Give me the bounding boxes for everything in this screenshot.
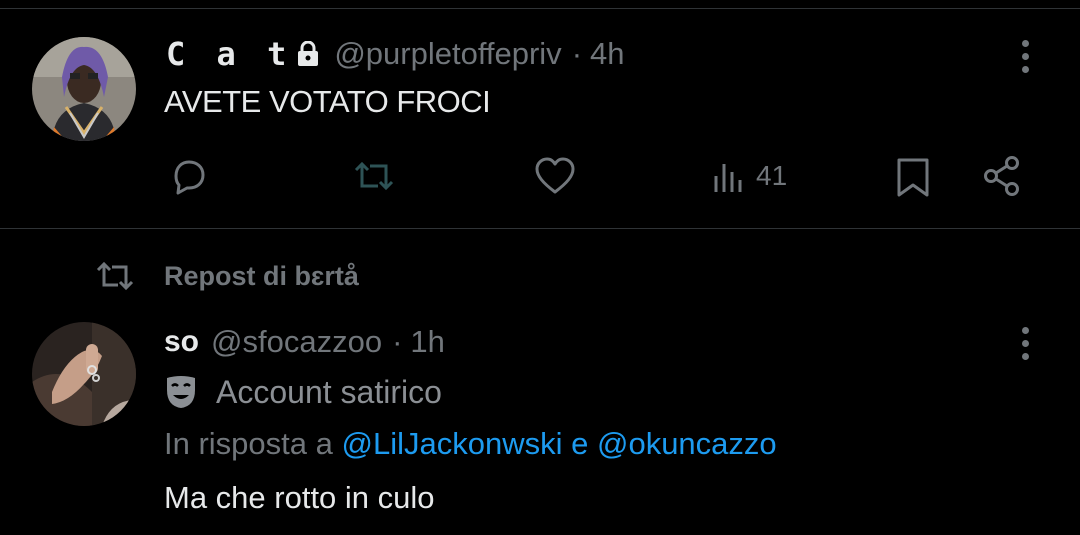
like-button[interactable] (533, 156, 577, 196)
tweet-header: C a t @purpletoffepriv · 4h (166, 34, 625, 74)
satire-mask-icon (167, 376, 195, 408)
reply-button[interactable] (168, 156, 210, 196)
views-count: 41 (756, 160, 788, 191)
separator-dot: · (392, 324, 403, 359)
handle[interactable]: @purpletoffepriv (334, 36, 561, 72)
repost-label[interactable]: Repost di bɛrtå (164, 261, 359, 292)
top-divider (0, 8, 1080, 9)
avatar[interactable] (32, 322, 136, 426)
views-icon (714, 164, 742, 192)
account-label-text[interactable]: Account satirico (216, 374, 442, 411)
reply-icon (174, 160, 205, 195)
lock-icon (296, 41, 320, 67)
repost-icon (96, 261, 134, 291)
tweet-header: so @sfocazzoo · 1h (164, 322, 445, 362)
reply-prefix: In risposta a (164, 426, 333, 461)
display-name[interactable]: C a t (166, 35, 292, 73)
handle[interactable]: @sfocazzoo (211, 324, 382, 360)
display-name[interactable]: so (164, 325, 199, 359)
tweet-text: Ma che rotto in culo (164, 480, 435, 515)
timestamp[interactable]: 1h (410, 324, 444, 360)
views-button[interactable]: 41 (712, 156, 787, 196)
more-icon[interactable] (1022, 40, 1029, 73)
more-icon[interactable] (1022, 327, 1029, 360)
bookmark-icon (897, 158, 929, 197)
bookmark-button[interactable] (893, 156, 933, 198)
share-icon (984, 156, 1019, 196)
retweet-button[interactable] (350, 156, 398, 196)
separator-dot: · (571, 36, 583, 71)
reply-context: In risposta a @LilJackonwski e @okuncazz… (164, 426, 777, 462)
like-icon (535, 157, 575, 194)
account-label[interactable]: Account satirico (164, 370, 442, 414)
repost-indicator[interactable]: Repost di bɛrtå (94, 256, 359, 296)
share-button[interactable] (980, 154, 1024, 198)
mention-link[interactable]: @okuncazzo (597, 426, 777, 461)
divider (0, 228, 1080, 229)
avatar[interactable] (32, 37, 136, 141)
mention-link[interactable]: @LilJackonwski (342, 426, 563, 461)
retweet-icon (354, 161, 394, 191)
tweet-text: AVETE VOTATO FROCI (164, 84, 491, 119)
timestamp[interactable]: 4h (590, 36, 624, 72)
reply-conjunction: e (571, 426, 589, 461)
